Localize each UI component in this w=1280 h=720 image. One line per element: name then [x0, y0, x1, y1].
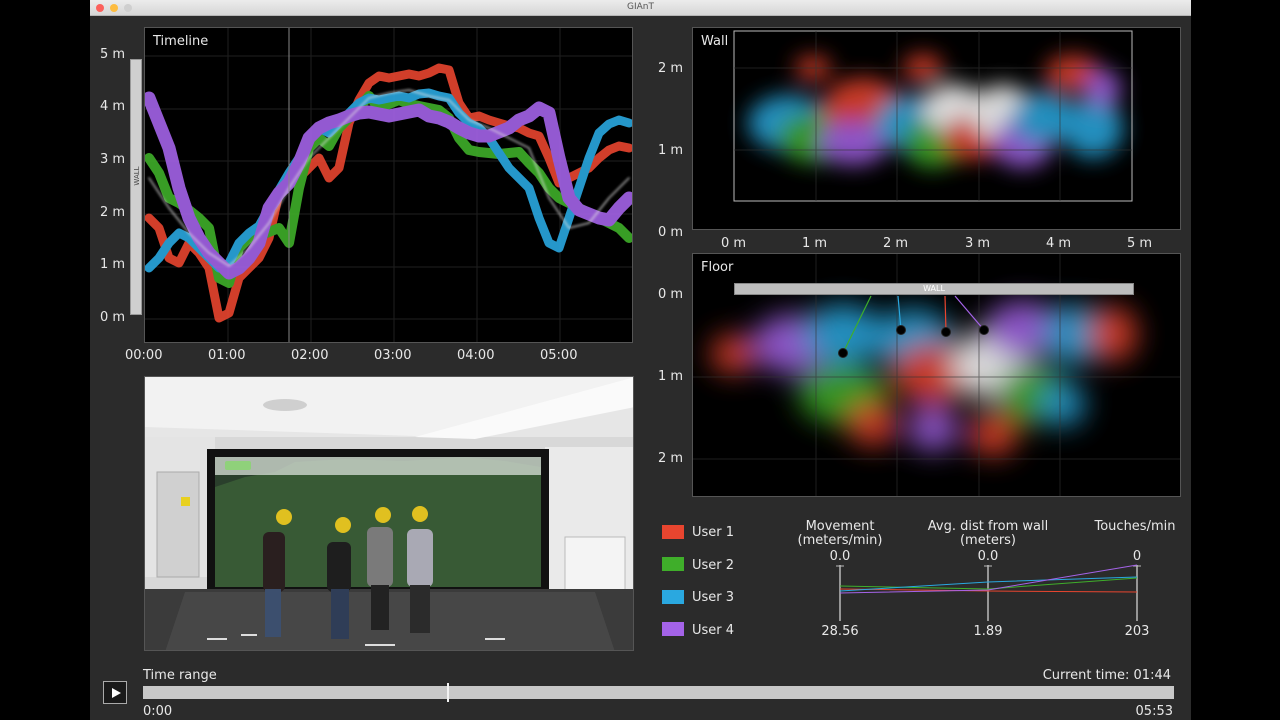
app-window: GIAnT Timeline WALL 5 m 4 m 3 m 2 m 1 m … [90, 0, 1191, 720]
wall-x-tick: 2 m [883, 236, 909, 251]
play-button[interactable] [103, 681, 127, 704]
floor-wall-label: WALL [923, 284, 945, 293]
wall-title: Wall [701, 34, 729, 49]
floor-wall-bar: WALL [734, 283, 1134, 295]
metric-max-distance: 0.0 [977, 549, 999, 564]
user-position-marker [838, 348, 848, 358]
floor-panel[interactable]: WALL Floor [692, 253, 1181, 497]
timeline-x-tick: 01:00 [208, 348, 246, 363]
time-range-slider[interactable] [143, 683, 1174, 702]
timeline-y-tick: 4 m [100, 99, 126, 114]
video-frame [145, 377, 633, 650]
timeline-x-tick: 03:00 [374, 348, 412, 363]
wall-panel[interactable]: Wall [692, 27, 1181, 230]
timeline-y-tick: 0 m [100, 310, 126, 325]
window-title: GIAnT [627, 2, 654, 12]
user-position-marker [979, 325, 989, 335]
timeline-x-tick: 05:00 [540, 348, 578, 363]
legend-swatch-user-4 [662, 622, 684, 636]
wall-y-tick: 2 m [658, 61, 684, 76]
current-time-readout: Current time: 01:44 [1042, 668, 1171, 683]
title-bar: GIAnT [90, 0, 1191, 16]
legend-swatch-user-2 [662, 557, 684, 571]
metric-min-distance: 1.89 [973, 624, 1003, 639]
legend-swatch-user-1 [662, 525, 684, 539]
play-icon [112, 688, 121, 698]
wall-y-tick: 1 m [658, 143, 684, 158]
timeline-wall-label: WALL [133, 166, 141, 186]
timeline-x-tick: 02:00 [291, 348, 329, 363]
timeline-wall-bar: WALL [130, 59, 142, 315]
user-position-marker [896, 325, 906, 335]
timeline-y-tick: 3 m [100, 152, 126, 167]
timeline-y-tick: 2 m [100, 205, 126, 220]
timeline-x-tick: 00:00 [125, 348, 163, 363]
legend-label: User 1 [692, 525, 735, 540]
parallel-coordinates-plot [836, 564, 1141, 621]
wall-x-tick: 3 m [965, 236, 991, 251]
timeline-x-tick: 04:00 [457, 348, 495, 363]
timeline-graph [145, 28, 632, 342]
time-range-label: Time range [143, 668, 217, 683]
floor-y-tick: 0 m [658, 287, 684, 302]
metric-title-touches: Touches/min [1094, 519, 1176, 534]
wall-y-tick: 0 m [658, 225, 684, 240]
video-panel[interactable] [144, 376, 634, 651]
timeline-panel[interactable]: Timeline [144, 27, 633, 343]
metric-max-touches: 0 [1132, 549, 1142, 564]
timeline-title: Timeline [153, 34, 209, 49]
wall-x-tick: 1 m [802, 236, 828, 251]
time-range-start: 0:00 [143, 704, 173, 719]
legend-label: User 2 [692, 558, 735, 573]
floor-title: Floor [701, 260, 734, 275]
wall-x-tick: 4 m [1046, 236, 1072, 251]
floor-y-tick: 1 m [658, 369, 684, 384]
metric-title-distance: Avg. dist from wall (meters) [927, 519, 1049, 548]
time-scrubber-handle[interactable] [447, 683, 450, 702]
wall-x-tick: 0 m [721, 236, 747, 251]
legend-swatch-user-3 [662, 590, 684, 604]
floor-y-tick: 2 m [658, 451, 684, 466]
timeline-y-tick: 1 m [100, 257, 126, 272]
metric-min-movement: 28.56 [821, 624, 859, 639]
metric-title-movement: Movement (meters/min) [797, 519, 883, 548]
timeline-y-tick: 5 m [100, 47, 126, 62]
time-range-end: 05:53 [1135, 704, 1173, 719]
metric-min-touches: 203 [1124, 624, 1150, 639]
legend-label: User 4 [692, 623, 735, 638]
wall-heatmap [733, 30, 1133, 202]
wall-x-tick: 5 m [1127, 236, 1153, 251]
user-position-marker [941, 327, 951, 337]
metric-max-movement: 0.0 [829, 549, 851, 564]
legend-label: User 3 [692, 590, 735, 605]
